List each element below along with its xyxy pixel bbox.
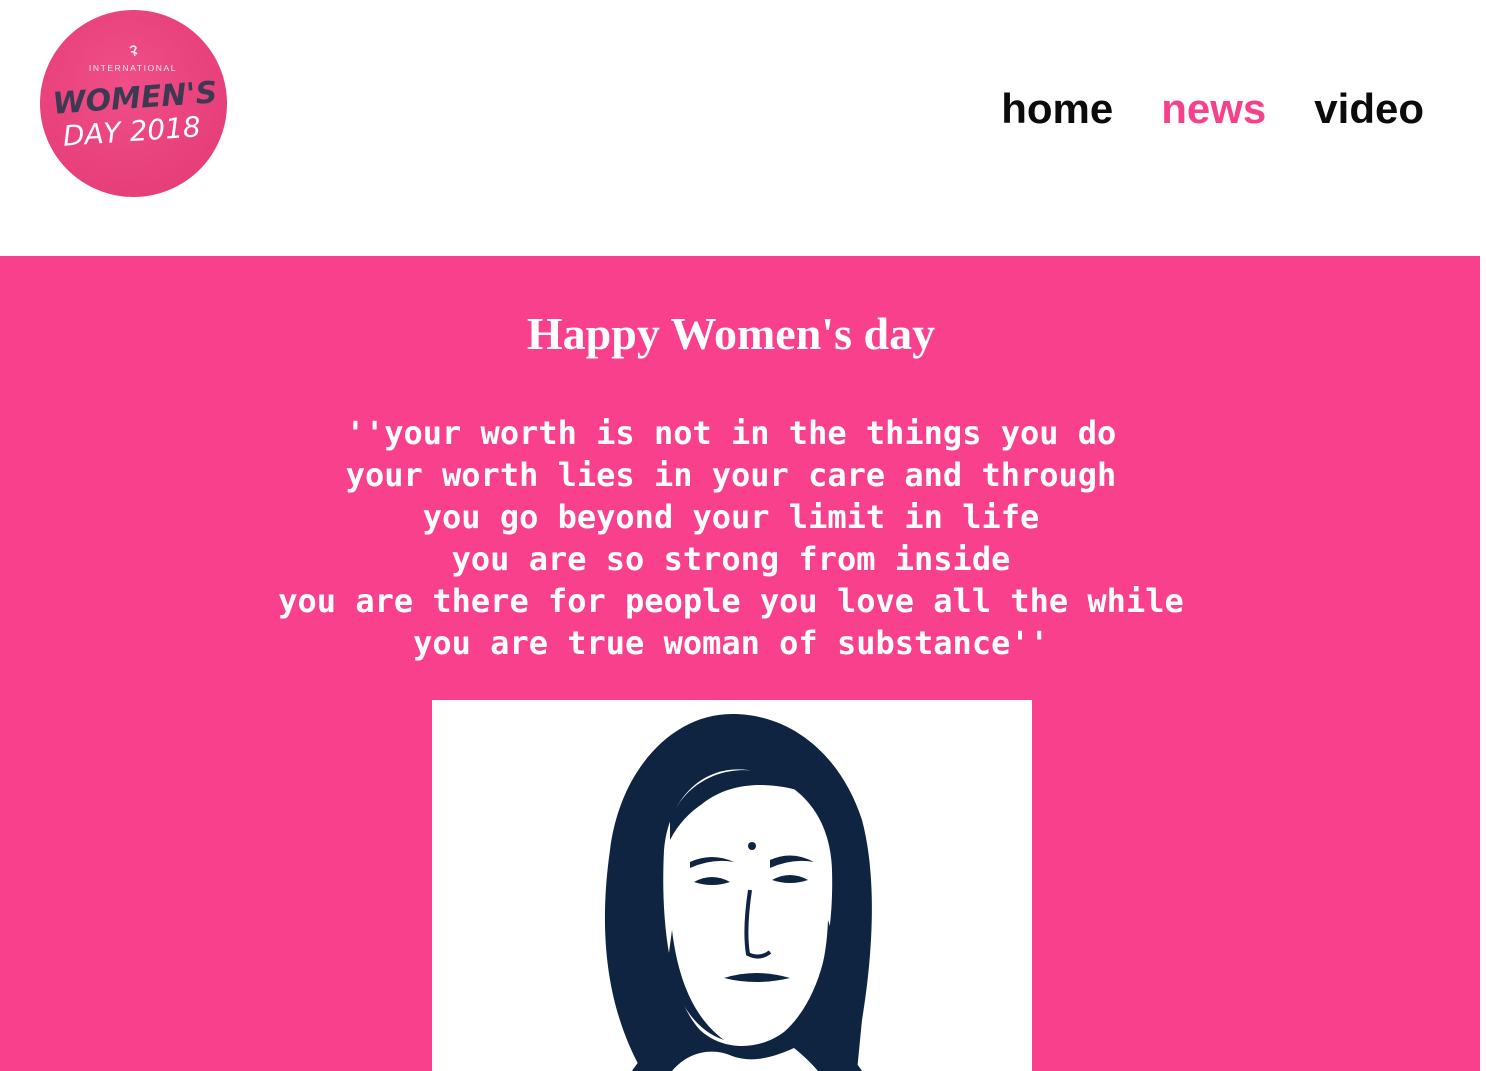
logo-line1: INTERNATIONAL <box>89 63 177 73</box>
portrait-illustration <box>604 714 872 1071</box>
portrait-image <box>432 700 1032 1071</box>
site-header: INTERNATIONAL WOMEN'S DAY 2018 home news… <box>0 0 1486 256</box>
poem-line: your worth lies in your care and through <box>345 456 1117 494</box>
poem-line: ''your worth is not in the things you do <box>345 414 1117 452</box>
page-title: Happy Women's day <box>526 308 936 359</box>
poem-text: ''your worth is not in the things you do… <box>0 412 1462 664</box>
content-section: Happy Women's day ''your worth is not in… <box>0 256 1480 1071</box>
logo-artwork: INTERNATIONAL WOMEN'S DAY 2018 <box>51 45 218 153</box>
poem-line: you are true woman of substance'' <box>413 624 1049 662</box>
main-nav: home news video <box>1001 84 1424 134</box>
nav-home-link[interactable]: home <box>1001 84 1113 134</box>
poem-line: you go beyond your limit in life <box>422 498 1040 536</box>
nav-news-link[interactable]: news <box>1161 84 1266 134</box>
womens-day-logo[interactable]: INTERNATIONAL WOMEN'S DAY 2018 <box>40 10 227 197</box>
poem-line: you are there for people you love all th… <box>278 582 1184 620</box>
nav-video-link[interactable]: video <box>1314 84 1424 134</box>
poem-line: you are so strong from inside <box>451 540 1011 578</box>
